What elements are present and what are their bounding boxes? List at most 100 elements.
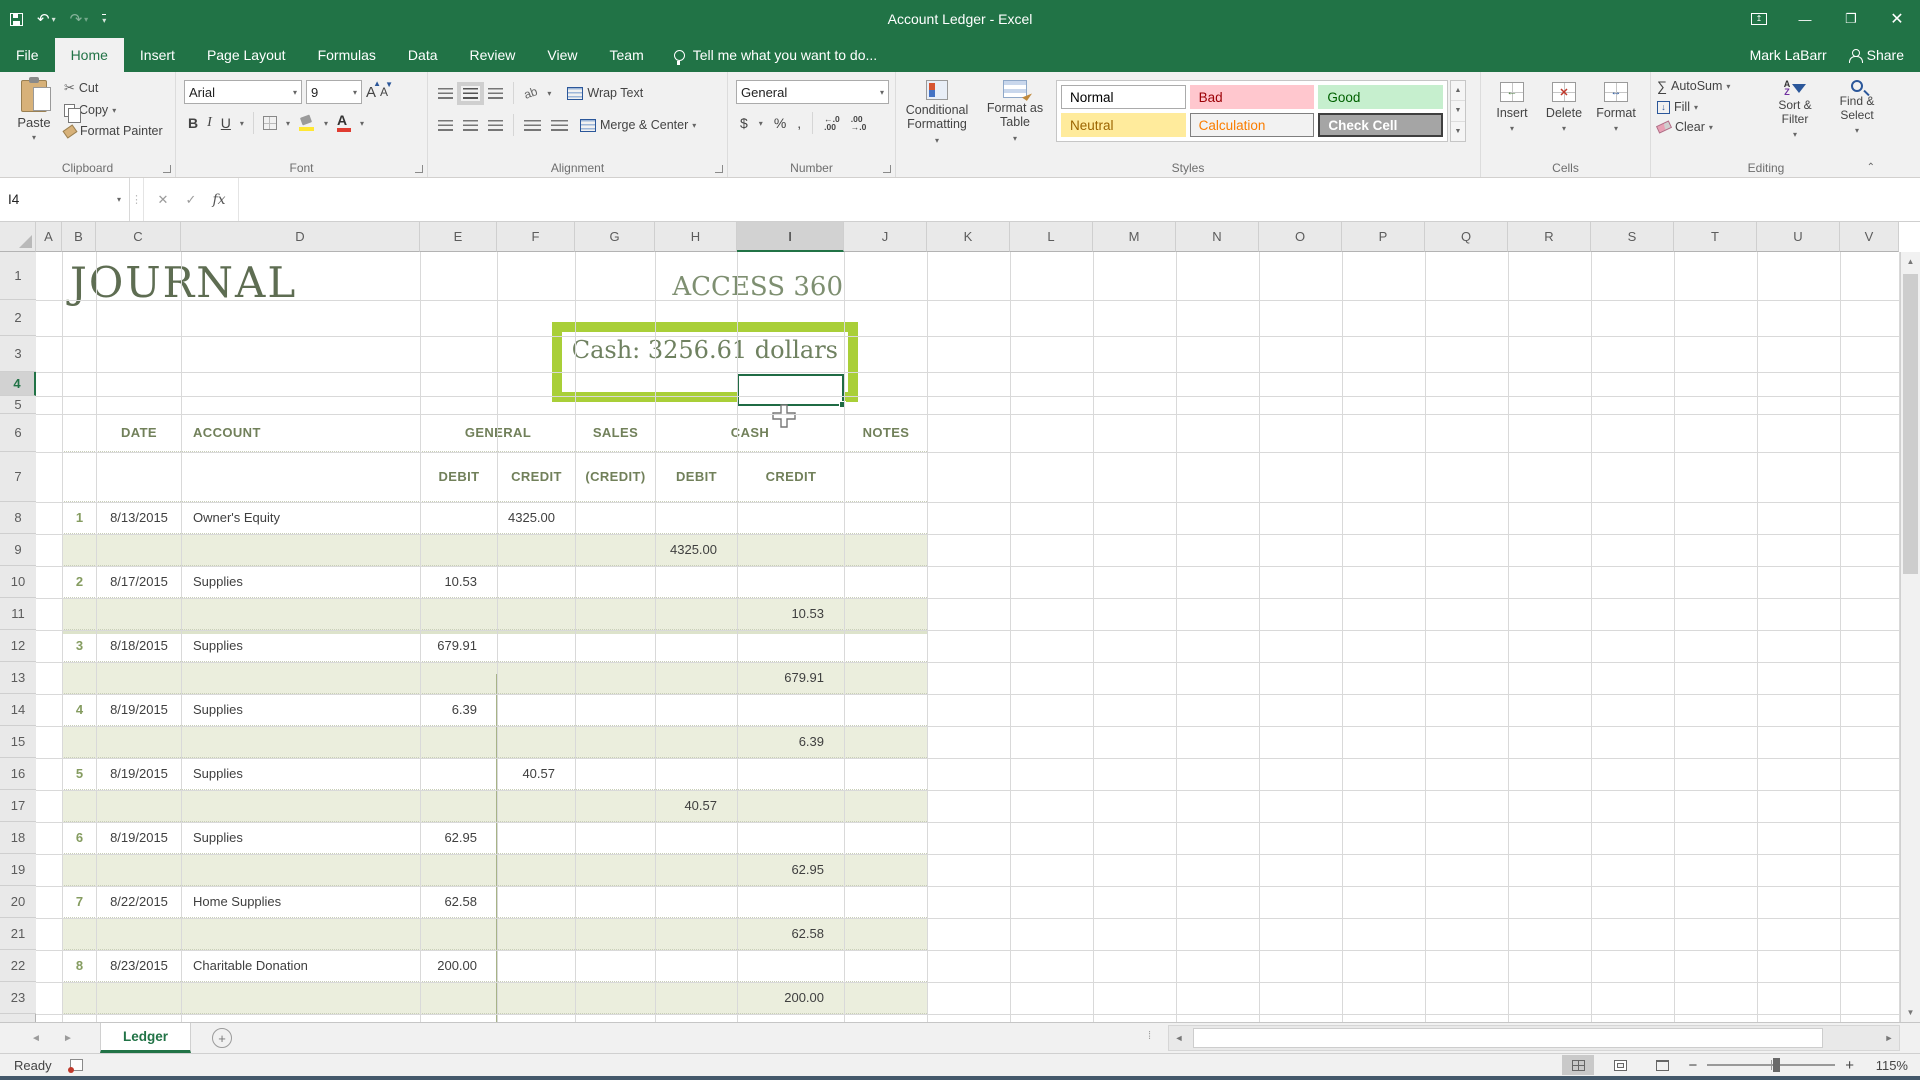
row-header-13[interactable]: 13 — [0, 662, 36, 694]
increase-indent-icon[interactable] — [551, 119, 568, 131]
cell-E11[interactable] — [421, 598, 498, 629]
cell-H13[interactable] — [656, 662, 738, 693]
cell-I14[interactable] — [738, 694, 845, 725]
row-header-2[interactable]: 2 — [0, 300, 36, 336]
cell-B15[interactable] — [63, 726, 97, 757]
format-painter-button[interactable]: Format Painter — [62, 123, 163, 139]
cell-J13[interactable] — [845, 662, 928, 693]
cell-E13[interactable] — [421, 662, 498, 693]
header-date[interactable]: DATE — [97, 414, 182, 451]
font-family-select[interactable]: Arial ▾ — [184, 80, 302, 104]
copy-button[interactable]: Copy ▾ — [64, 103, 163, 123]
cell-I11[interactable]: 10.53 — [738, 598, 845, 629]
cell-D21[interactable] — [182, 918, 421, 949]
cell-C18[interactable]: 8/19/2015 — [97, 822, 182, 853]
borders-icon[interactable] — [262, 116, 277, 130]
cell-F23[interactable] — [498, 982, 576, 1013]
subheader-sales-credit[interactable]: (CREDIT) — [576, 452, 656, 501]
column-header-N[interactable]: N — [1176, 222, 1259, 252]
cell-I12[interactable] — [738, 630, 845, 661]
cell-B19[interactable] — [63, 854, 97, 885]
insert-cells-button[interactable]: ← Insert ▾ — [1487, 82, 1537, 133]
gallery-scrollbar[interactable]: ▲ ▼ ▼ — [1450, 80, 1466, 142]
normal-view-button[interactable] — [1562, 1055, 1595, 1075]
font-size-select[interactable]: 9 ▾ — [306, 80, 362, 104]
cell-E19[interactable] — [421, 854, 498, 885]
gallery-more-icon[interactable]: ▼ — [1451, 122, 1465, 141]
cell-D15[interactable] — [182, 726, 421, 757]
number-dialog-launcher-icon[interactable] — [883, 165, 891, 173]
row-header-8[interactable]: 8 — [0, 502, 36, 534]
clear-button[interactable]: Clear ▾ — [1655, 120, 1730, 134]
row-header-17[interactable]: 17 — [0, 790, 36, 822]
row-header-6[interactable]: 6 — [0, 414, 36, 452]
copy-dropdown-icon[interactable]: ▾ — [112, 106, 116, 115]
zoom-out-button[interactable]: − — [1688, 1057, 1697, 1074]
cell-J14[interactable] — [845, 694, 928, 725]
cell-F12[interactable] — [498, 630, 576, 661]
column-header-E[interactable]: E — [420, 222, 497, 252]
cell-I20[interactable] — [738, 886, 845, 917]
merge-center-button[interactable]: Merge & Center ▾ — [580, 118, 696, 132]
cell-G20[interactable] — [576, 886, 656, 917]
merge-dropdown-icon[interactable]: ▾ — [692, 121, 696, 130]
align-center-icon[interactable] — [463, 119, 478, 131]
cell-J22[interactable] — [845, 950, 928, 981]
cell-G17[interactable] — [576, 790, 656, 821]
shrink-font-button[interactable]: A ▼ — [380, 80, 393, 99]
cell-C23[interactable] — [97, 982, 182, 1013]
cell-F19[interactable] — [498, 854, 576, 885]
cell-J11[interactable] — [845, 598, 928, 629]
cell-F15[interactable] — [498, 726, 576, 757]
zoom-slider[interactable] — [1707, 1058, 1836, 1072]
column-header-L[interactable]: L — [1010, 222, 1093, 252]
format-as-table-button[interactable]: Format as Table ▾ — [978, 80, 1052, 146]
vertical-scrollbar[interactable]: ▲ ▼ — [1900, 252, 1920, 1022]
cell-J20[interactable] — [845, 886, 928, 917]
cell-J12[interactable] — [845, 630, 928, 661]
next-sheet-icon[interactable]: ► — [54, 1023, 82, 1053]
cell-F17[interactable] — [498, 790, 576, 821]
percent-style-button[interactable]: % — [774, 115, 786, 131]
cell-I13[interactable]: 679.91 — [738, 662, 845, 693]
cell-D17[interactable] — [182, 790, 421, 821]
style-good[interactable]: Good — [1318, 85, 1443, 109]
column-header-P[interactable]: P — [1342, 222, 1425, 252]
header-account[interactable]: ACCOUNT — [182, 414, 421, 451]
cell-F14[interactable] — [498, 694, 576, 725]
scroll-right-icon[interactable]: ► — [1879, 1026, 1899, 1050]
ribbon-tab-team[interactable]: Team — [594, 38, 660, 72]
cell-H20[interactable] — [656, 886, 738, 917]
ribbon-tab-insert[interactable]: Insert — [124, 38, 191, 72]
subheader-spacer[interactable] — [63, 452, 421, 501]
cell-E16[interactable] — [421, 758, 498, 789]
delete-cells-button[interactable]: ✕ Delete ▾ — [1539, 82, 1589, 133]
cell-E21[interactable] — [421, 918, 498, 949]
column-header-T[interactable]: T — [1674, 222, 1757, 252]
cell-I17[interactable] — [738, 790, 845, 821]
cell-H15[interactable] — [656, 726, 738, 757]
cell-F8[interactable]: 4325.00 — [498, 502, 576, 533]
header-entry-col[interactable] — [63, 414, 97, 451]
cell-C17[interactable] — [97, 790, 182, 821]
cell-B21[interactable] — [63, 918, 97, 949]
format-cells-button[interactable]: ↔ Format ▾ — [1591, 82, 1641, 133]
cell-B8[interactable]: 1 — [63, 502, 97, 533]
font-color-dropdown-icon[interactable]: ▾ — [360, 119, 364, 128]
row-header-23[interactable]: 23 — [0, 982, 36, 1014]
cell-B20[interactable]: 7 — [63, 886, 97, 917]
column-header-F[interactable]: F — [497, 222, 575, 252]
cell-D16[interactable]: Supplies — [182, 758, 421, 789]
cell-C19[interactable] — [97, 854, 182, 885]
align-left-icon[interactable] — [438, 119, 453, 131]
cell-B22[interactable]: 8 — [63, 950, 97, 981]
header-cash[interactable]: CASH — [656, 414, 845, 451]
cell-E14[interactable]: 6.39 — [421, 694, 498, 725]
ribbon-tab-page-layout[interactable]: Page Layout — [191, 38, 302, 72]
cell-C11[interactable] — [97, 598, 182, 629]
cell-G15[interactable] — [576, 726, 656, 757]
cell-D10[interactable]: Supplies — [182, 566, 421, 597]
cell-E20[interactable]: 62.58 — [421, 886, 498, 917]
cell-D20[interactable]: Home Supplies — [182, 886, 421, 917]
font-color-button[interactable]: A — [336, 113, 351, 132]
